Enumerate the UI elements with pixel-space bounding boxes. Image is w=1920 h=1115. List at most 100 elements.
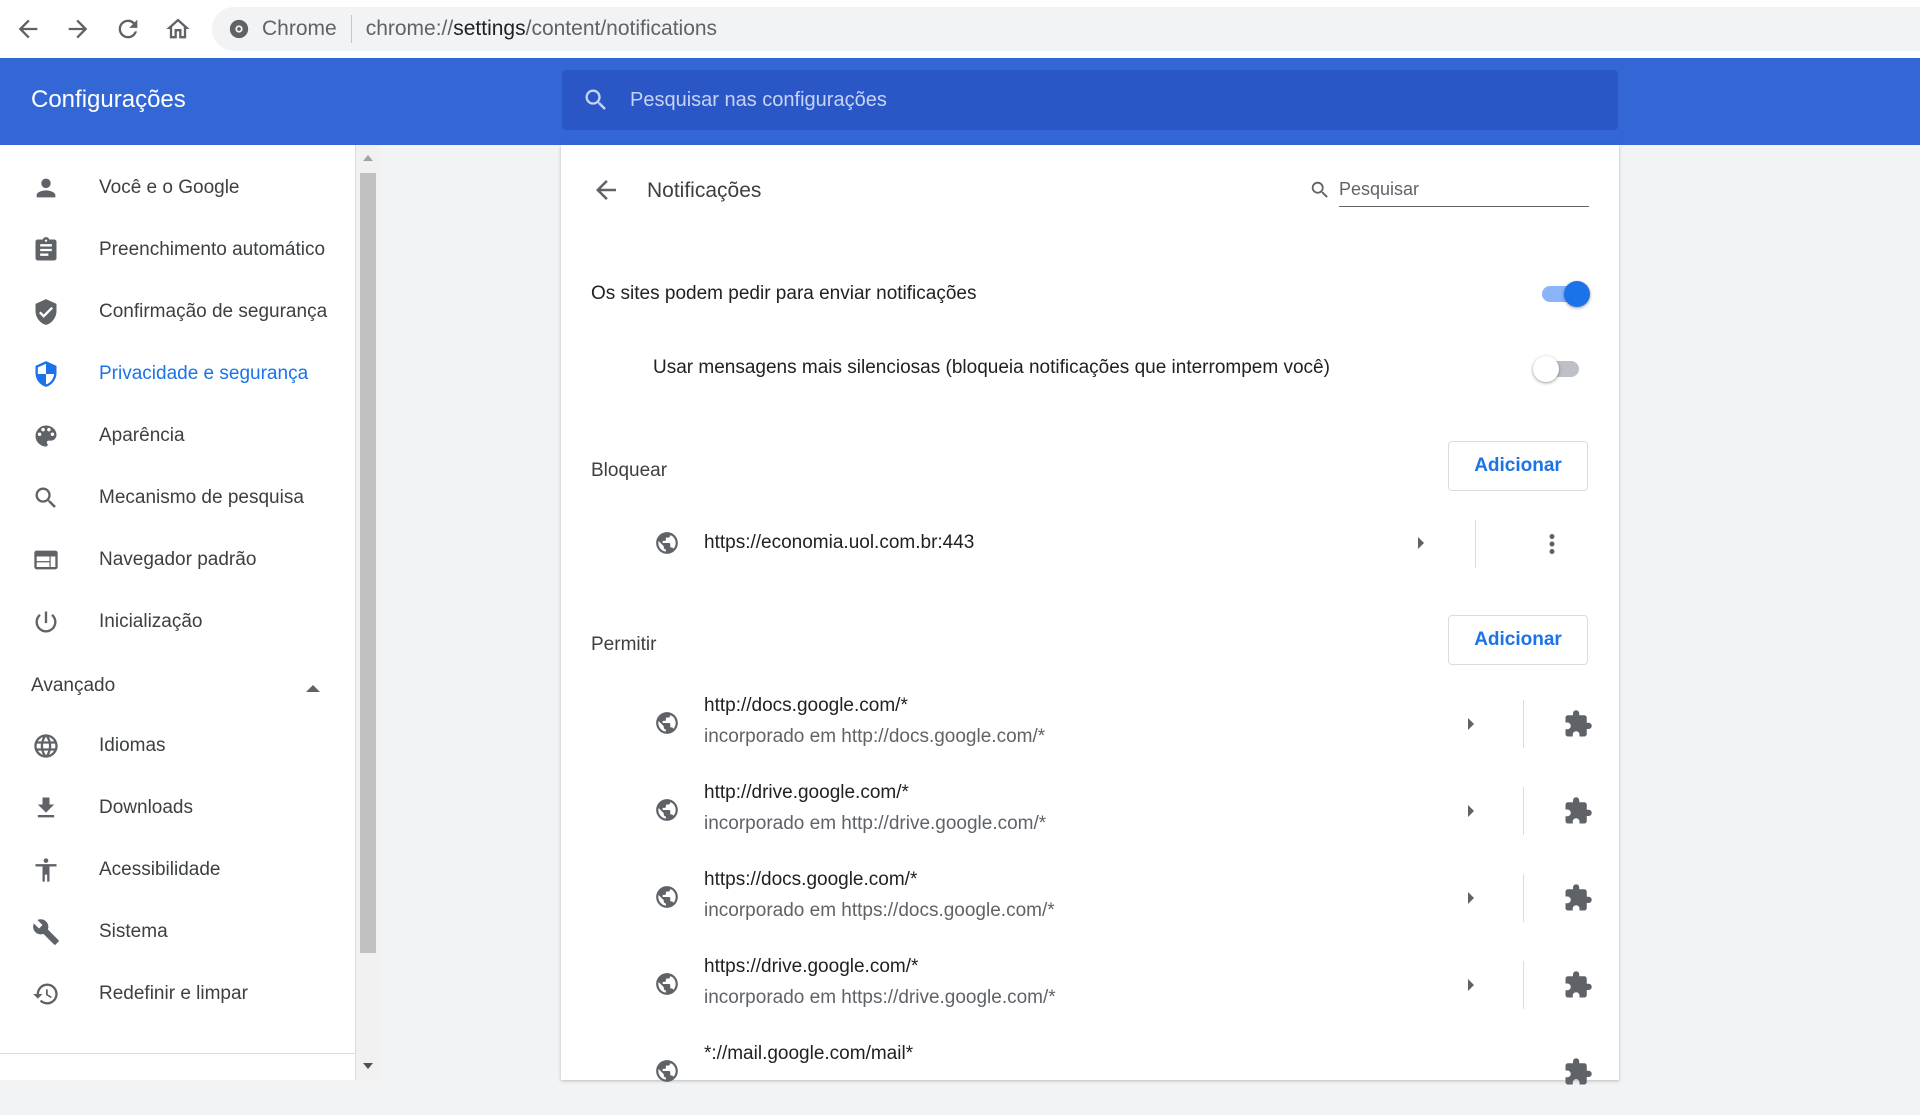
person-icon	[32, 174, 60, 202]
sidebar-item-label: Aparência	[99, 425, 185, 446]
divider	[1523, 787, 1524, 835]
browser-window-icon	[32, 546, 60, 574]
sidebar: Você e o Google Preenchimento automático…	[0, 145, 356, 1080]
reload-button[interactable]	[110, 11, 146, 47]
sidebar-item-label: Confirmação de segurança	[99, 301, 328, 322]
subpage-header: Notificações	[561, 145, 1619, 235]
more-vert-icon	[1549, 534, 1555, 554]
accessibility-icon	[32, 856, 60, 884]
url-scheme: chrome://	[365, 17, 454, 40]
divider	[1523, 874, 1524, 922]
subpage-search[interactable]	[1309, 173, 1597, 207]
chevron-right-icon[interactable]	[1468, 718, 1474, 730]
address-bar[interactable]: Chrome chrome://settings/content/notific…	[212, 7, 1920, 51]
settings-search-input[interactable]	[630, 88, 1530, 112]
sidebar-item-you-and-google[interactable]: Você e o Google	[0, 162, 356, 214]
puzzle-piece-icon	[1565, 971, 1592, 998]
chevron-right-icon[interactable]	[1468, 979, 1474, 991]
site-embedded-origin: incorporado em https://drive.google.com/…	[704, 987, 1056, 1008]
extension-indicator[interactable]	[1561, 881, 1595, 915]
sidebar-item-label: Acessibilidade	[99, 859, 221, 880]
site-url: http://drive.google.com/*	[704, 782, 909, 803]
blocked-site-row[interactable]: https://economia.uol.com.br:443	[561, 500, 1619, 587]
sidebar-item-privacy[interactable]: Privacidade e segurança	[0, 348, 356, 400]
quiet-messages-toggle[interactable]	[1533, 354, 1585, 382]
divider	[1523, 961, 1524, 1009]
chrome-icon	[228, 18, 250, 40]
sidebar-item-safety-check[interactable]: Confirmação de segurança	[0, 286, 356, 338]
sidebar-item-appearance[interactable]: Aparência	[0, 410, 356, 462]
divider	[0, 1053, 356, 1054]
home-button[interactable]	[160, 11, 196, 47]
scrollbar-thumb[interactable]	[360, 173, 376, 953]
sidebar-item-accessibility[interactable]: Acessibilidade	[0, 844, 356, 896]
sidebar-item-label: Mecanismo de pesquisa	[99, 487, 304, 508]
sidebar-item-startup[interactable]: Inicialização	[0, 596, 356, 648]
scroll-down-arrow-icon[interactable]	[363, 1063, 373, 1069]
sidebar-item-default-browser[interactable]: Navegador padrão	[0, 534, 356, 586]
advanced-section-toggle[interactable]: Avançado	[31, 675, 115, 697]
sidebar-item-reset[interactable]: Redefinir e limpar	[0, 968, 356, 1020]
allowed-site-row[interactable]: *://mail.google.com/mail*	[561, 1028, 1619, 1115]
forward-button[interactable]	[60, 11, 96, 47]
sidebar-item-label: Você e o Google	[99, 177, 240, 198]
puzzle-piece-icon	[1565, 797, 1592, 824]
toggle-knob	[1533, 356, 1559, 382]
subpage-title: Notificações	[647, 179, 762, 202]
home-icon	[166, 18, 190, 39]
palette-icon	[32, 422, 60, 450]
globe-icon	[654, 530, 680, 556]
extension-indicator[interactable]	[1561, 968, 1595, 1002]
page-title: Configurações	[31, 86, 186, 113]
allowed-site-row[interactable]: http://drive.google.com/* incorporado em…	[561, 767, 1619, 854]
sidebar-item-label: Inicialização	[99, 611, 203, 632]
sidebar-item-search-engine[interactable]: Mecanismo de pesquisa	[0, 472, 356, 524]
sidebar-item-downloads[interactable]: Downloads	[0, 782, 356, 834]
subpage-search-input[interactable]	[1339, 173, 1589, 207]
chevron-right-icon[interactable]	[1418, 537, 1424, 549]
sidebar-item-system[interactable]: Sistema	[0, 906, 356, 958]
extension-indicator[interactable]	[1561, 794, 1595, 828]
subpage-back-button[interactable]	[591, 175, 621, 205]
search-icon	[585, 89, 606, 110]
download-icon	[32, 794, 60, 822]
chevron-right-icon[interactable]	[1468, 892, 1474, 904]
sidebar-item-languages[interactable]: Idiomas	[0, 720, 356, 772]
globe-icon	[654, 1058, 680, 1084]
puzzle-piece-icon	[1565, 884, 1592, 911]
url-host: settings	[453, 17, 526, 40]
scroll-up-arrow-icon[interactable]	[363, 155, 373, 161]
site-embedded-origin: incorporado em http://docs.google.com/*	[704, 726, 1046, 747]
allowed-site-row[interactable]: http://docs.google.com/* incorporado em …	[561, 680, 1619, 767]
more-actions-button[interactable]	[1535, 527, 1569, 561]
site-embedded-origin: incorporado em http://drive.google.com/*	[704, 813, 1047, 834]
address-divider	[350, 15, 352, 43]
chevron-right-icon[interactable]	[1468, 805, 1474, 817]
divider	[1475, 520, 1476, 568]
allowed-site-row[interactable]: https://drive.google.com/* incorporado e…	[561, 941, 1619, 1028]
search-icon	[32, 484, 60, 512]
shield-check-icon	[32, 298, 60, 326]
ask-notifications-toggle[interactable]	[1538, 279, 1590, 307]
block-add-button[interactable]: Adicionar	[1448, 441, 1588, 491]
sidebar-item-autofill[interactable]: Preenchimento automático	[0, 224, 356, 276]
sidebar-scrollbar[interactable]	[356, 145, 380, 1080]
site-embedded-origin: incorporado em https://docs.google.com/*	[704, 900, 1055, 921]
globe-icon	[654, 971, 680, 997]
sidebar-item-label: Sistema	[99, 921, 168, 942]
extension-indicator[interactable]	[1561, 707, 1595, 741]
allowed-site-row[interactable]: https://docs.google.com/* incorporado em…	[561, 854, 1619, 941]
settings-search[interactable]	[562, 70, 1618, 130]
notifications-card: Notificações Os sites podem pedir para e…	[561, 145, 1619, 1085]
reload-icon	[118, 19, 138, 39]
arrow-back-icon	[18, 19, 38, 39]
chevron-up-icon[interactable]	[306, 685, 320, 692]
url-path: /content/notifications	[525, 17, 718, 40]
toggle-knob	[1564, 281, 1590, 307]
puzzle-piece-icon	[1565, 710, 1592, 737]
puzzle-piece-icon	[1565, 1058, 1592, 1085]
allow-add-button[interactable]: Adicionar	[1448, 615, 1588, 665]
extension-indicator[interactable]	[1561, 1055, 1595, 1089]
settings-header: Configurações	[0, 58, 1920, 145]
back-button[interactable]	[10, 11, 46, 47]
